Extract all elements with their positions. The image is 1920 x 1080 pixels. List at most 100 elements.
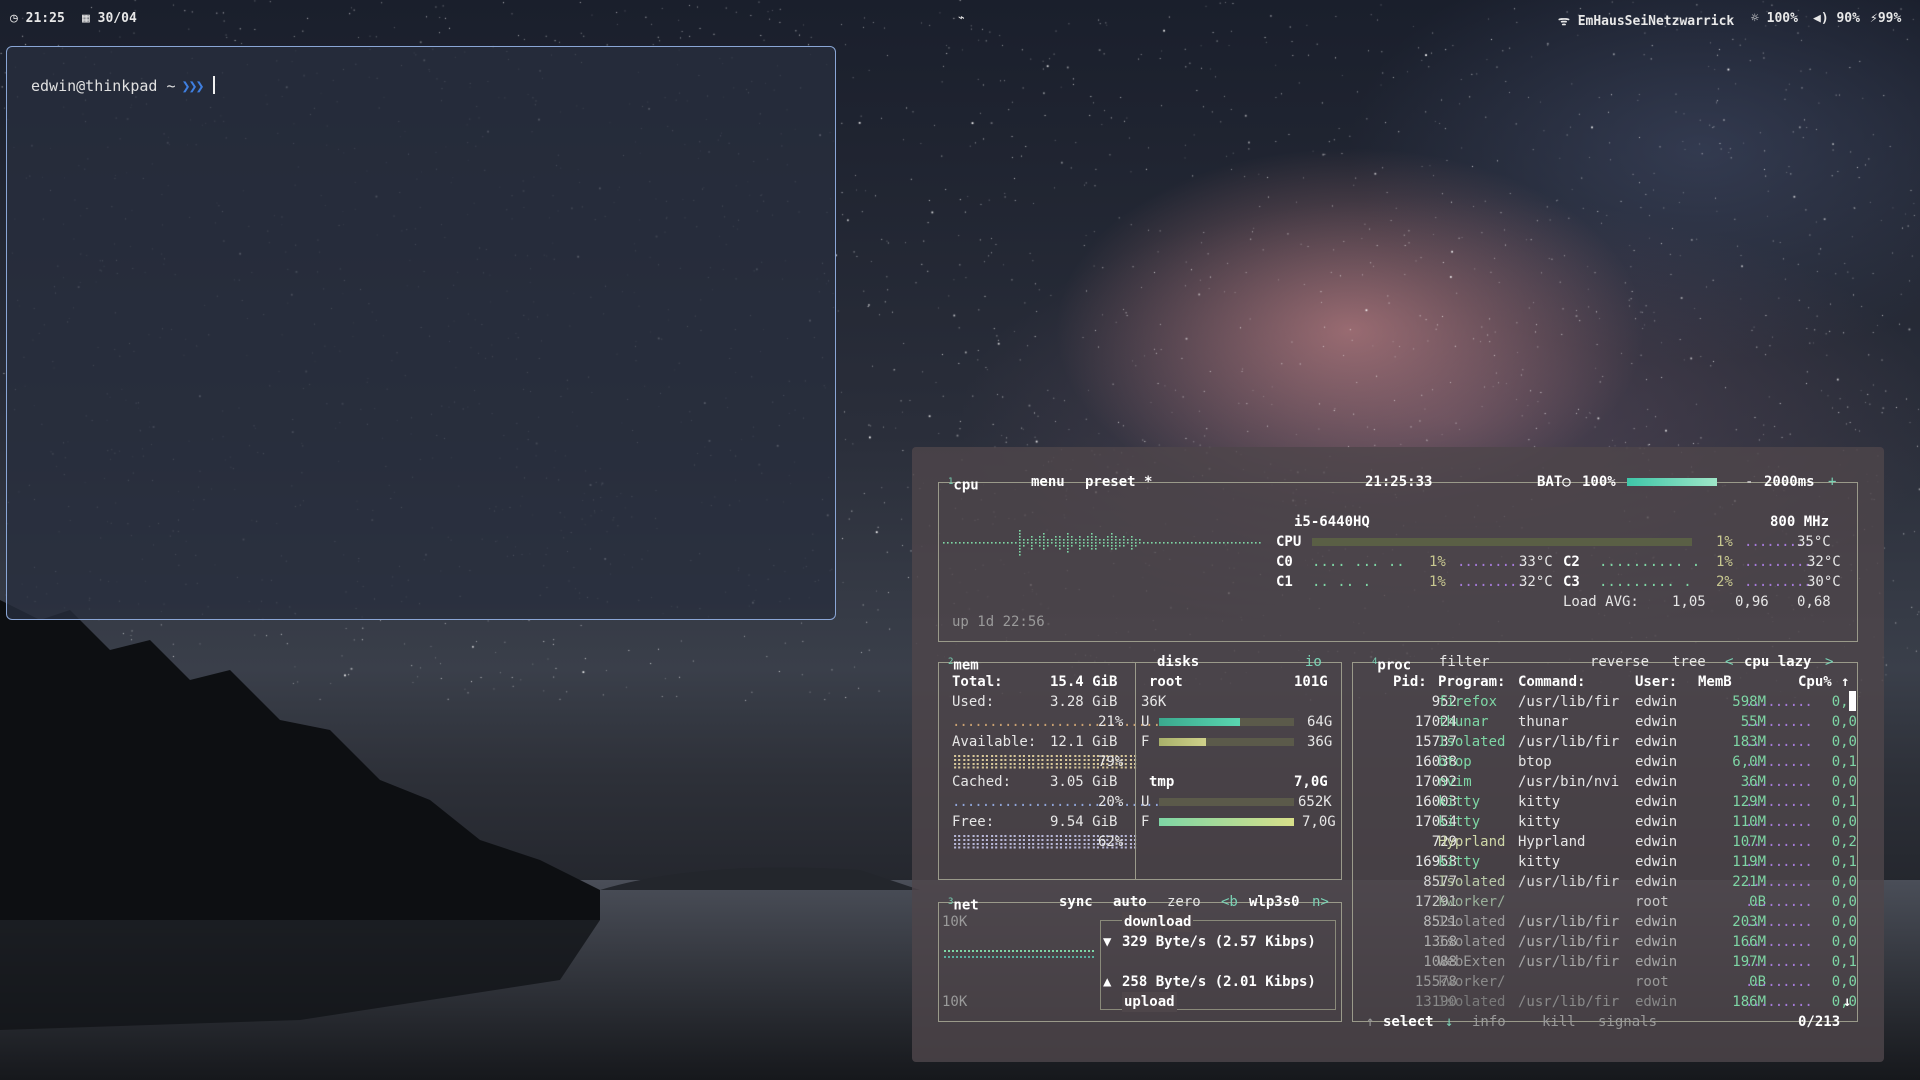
table-row[interactable]: 17054 kitty kitty edwin 110M 0,0......... — [912, 812, 1884, 832]
proc-program: thunar — [1438, 714, 1489, 730]
table-row[interactable]: 1088 WebExten/usr/lib/fir edwin 197M 0,1....… — [912, 952, 1884, 972]
table-row[interactable]: 952 firefox/usr/lib/fir edwin 598M 0,1......… — [912, 692, 1884, 712]
proc-tree-toggle[interactable]: tree — [1672, 652, 1706, 672]
cpu-graph-dot — [1079, 542, 1081, 544]
info-button[interactable]: info — [1472, 1012, 1506, 1032]
preset-button[interactable]: preset * — [1085, 472, 1152, 492]
sort-next-button[interactable]: > — [1825, 652, 1833, 672]
table-row[interactable]: 16003 kitty kitty edwin 129M 0,1......... — [912, 792, 1884, 812]
battery-widget[interactable]: ⚡99% — [1870, 11, 1901, 26]
clock-icon: ◷ — [10, 11, 18, 26]
proc-command: thunar — [1518, 714, 1569, 730]
cpu-graph-dot — [1091, 536, 1093, 538]
header-cpu[interactable]: Cpu% — [1798, 672, 1832, 692]
header-program[interactable]: Program: — [1438, 672, 1505, 692]
proc-reverse-toggle[interactable]: reverse — [1590, 652, 1649, 672]
table-row[interactable]: 15578 kworker/root 0B 0,0......... — [912, 972, 1884, 992]
btop-window[interactable]: 1cpu menu preset * 21:25:33 BAT○ 100% - … — [912, 447, 1884, 1062]
cpu-graph-dot — [1043, 542, 1045, 544]
proc-command: /usr/lib/fir — [1518, 994, 1620, 1010]
kill-button[interactable]: kill — [1542, 1012, 1576, 1032]
brightness-widget[interactable]: ☼ 100% — [1751, 11, 1798, 26]
table-row[interactable]: 15737 Isolated/usr/lib/fir edwin 183M 0,0...… — [912, 732, 1884, 752]
header-user[interactable]: User: — [1635, 672, 1677, 692]
select-down-icon[interactable]: ↓ — [1445, 1012, 1453, 1032]
select-button[interactable]: select — [1383, 1012, 1434, 1032]
cpu-graph-dot — [987, 542, 989, 544]
header-pid[interactable]: Pid: — [1393, 672, 1427, 692]
core-pct: 1% — [1429, 574, 1446, 590]
table-row[interactable]: 16038 btop btop edwin 6,0M 0,1......... — [912, 752, 1884, 772]
cpu-model: i5-6440HQ — [1294, 514, 1370, 530]
cpu-graph-dot — [1087, 542, 1089, 544]
cpu-graph-dot — [983, 542, 985, 544]
disks-io-toggle[interactable]: io — [1305, 652, 1322, 672]
cpu-graph-dot — [1047, 542, 1049, 544]
cpu-graph-dot — [1107, 545, 1109, 547]
cpu-graph-dot — [943, 542, 945, 544]
sort-mode[interactable]: cpu lazy — [1744, 652, 1811, 672]
cpu-graph-dot — [1215, 542, 1217, 544]
battery-meter — [1627, 478, 1717, 486]
cpu-graph-dot — [1059, 545, 1061, 547]
table-row[interactable]: 16958 kitty kitty edwin 119M 0,1......... — [912, 852, 1884, 872]
terminal-window[interactable]: edwin@thinkpad ~ ❯❯❯ — [6, 46, 836, 620]
cpu-graph-dot — [1095, 536, 1097, 538]
scroll-down-icon[interactable]: ↓ — [1843, 992, 1851, 1012]
proc-scrollbar-thumb[interactable] — [1849, 691, 1856, 711]
proc-filter-button[interactable]: filter — [1439, 652, 1490, 672]
signals-button[interactable]: signals — [1598, 1012, 1657, 1032]
table-row[interactable]: 17092 nvim/usr/bin/nvi edwin 36M 0,0........… — [912, 772, 1884, 792]
table-row[interactable]: 17024 thunar thunar edwin 55M 0,0......... — [912, 712, 1884, 732]
cpu-graph-dot — [1183, 542, 1185, 544]
interval-decrease[interactable]: - — [1745, 472, 1753, 492]
calendar-icon: ▦ — [82, 11, 90, 26]
cpu-graph-dot — [1123, 542, 1125, 544]
disks-title: disks — [1157, 654, 1200, 670]
table-row[interactable]: 729 Hyprland Hyprland edwin 107M 0,2......... — [912, 832, 1884, 852]
table-row[interactable]: 8521 Isolated/usr/lib/fir edwin 203M 0,0....… — [912, 912, 1884, 932]
cpu-graph-dot — [1211, 542, 1213, 544]
volume-icon: ◀) — [1813, 11, 1829, 26]
wifi-widget[interactable]: ᯤ EmHausSeiNetzwarrick — [1558, 11, 1734, 29]
proc-header-row: Pid: Program: Command: User: MemB Cpu% ↑ — [912, 672, 1884, 692]
proc-program: Hyprland — [1438, 834, 1506, 850]
cpu-graph-dot — [1111, 545, 1113, 547]
cpu-graph-dot — [1059, 539, 1061, 541]
cpu-graph-dot — [1031, 545, 1033, 547]
proc-program: kitty — [1438, 854, 1481, 870]
workspace-indicator[interactable]: ⌁ — [958, 11, 965, 24]
volume-widget[interactable]: ◀) 90% — [1813, 11, 1860, 26]
core-spark: ......... — [1457, 574, 1525, 590]
header-command[interactable]: Command: — [1518, 672, 1585, 692]
core-pct: 1% — [1429, 554, 1446, 570]
select-up-icon[interactable]: ↑ — [1366, 1012, 1374, 1032]
proc-user: edwin — [1635, 994, 1678, 1010]
cpu-graph-dot — [1031, 542, 1033, 544]
table-row[interactable]: 17291 kworker/root 0B 0,0......... — [912, 892, 1884, 912]
load-avg-1: 1,05 — [1672, 594, 1706, 610]
proc-cpu-spark: ......... — [1745, 794, 1813, 810]
proc-cpu-spark: ......... — [1745, 734, 1813, 750]
table-row[interactable]: 13190 Isolated/usr/lib/fir edwin 186M 0,0...… — [912, 992, 1884, 1012]
cpu-graph-dot — [1063, 542, 1065, 544]
proc-program: btop — [1438, 754, 1472, 770]
cpu-graph-dot — [1111, 539, 1113, 541]
core-label: C1 — [1276, 574, 1293, 590]
menu-button[interactable]: menu — [1031, 472, 1065, 492]
cpu-graph-dot — [1131, 548, 1133, 550]
cpu-box-title[interactable]: 1cpu — [948, 472, 979, 496]
clock-widget[interactable]: ◷ 21:25 — [10, 11, 65, 26]
table-row[interactable]: 1368 Isolated/usr/lib/fir edwin 166M 0,0....… — [912, 932, 1884, 952]
text-cursor — [212, 76, 215, 94]
proc-cpu-spark: ......... — [1745, 954, 1813, 970]
cpu-graph-dot — [1095, 539, 1097, 541]
date-widget[interactable]: ▦ 30/04 — [82, 11, 137, 26]
sort-prev-button[interactable]: < — [1725, 652, 1733, 672]
table-row[interactable]: 8577 Isolated/usr/lib/fir edwin 221M 0,0....… — [912, 872, 1884, 892]
interval-increase[interactable]: + — [1828, 472, 1836, 492]
cpu-graph-dot — [1131, 536, 1133, 538]
header-mem[interactable]: MemB — [1698, 672, 1732, 692]
cpu-graph-dot — [1039, 545, 1041, 547]
cpu-graph-dot — [1035, 542, 1037, 544]
